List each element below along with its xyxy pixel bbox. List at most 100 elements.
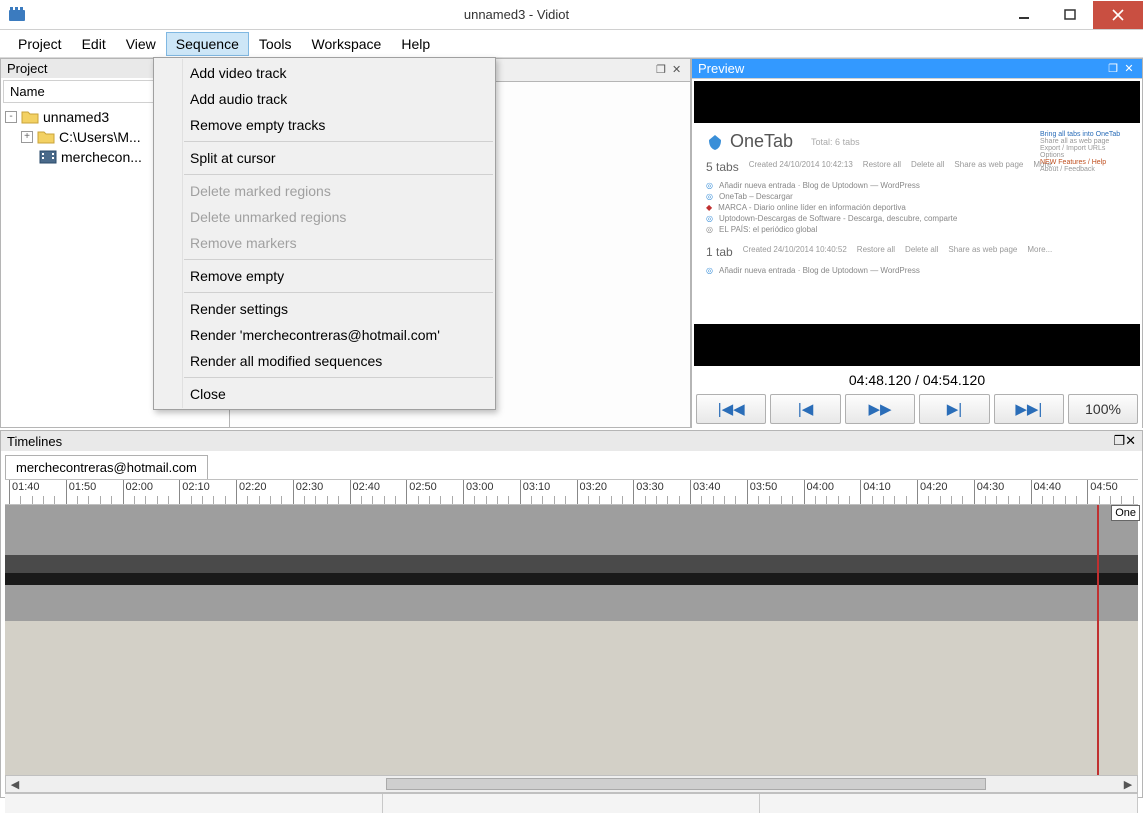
preview-panel-header: Preview ❐ ✕ — [692, 59, 1142, 78]
ruler-tick: 02:20 — [236, 480, 267, 504]
tree-label: unnamed3 — [43, 109, 109, 125]
ruler-tick: 02:40 — [350, 480, 381, 504]
menu-project[interactable]: Project — [8, 32, 72, 56]
restore-icon[interactable]: ❐ — [656, 63, 670, 77]
preview-panel: Preview ❐ ✕ Bring all tabs into OneTab S… — [691, 58, 1143, 428]
audio-track[interactable] — [5, 585, 1138, 621]
ruler-tick: 02:10 — [179, 480, 210, 504]
ruler-tick: 03:20 — [577, 480, 608, 504]
restore-icon[interactable]: ❐ — [1106, 62, 1120, 76]
menu-item[interactable]: Add audio track — [154, 86, 495, 112]
list-item: ◎Añadir nueva entrada · Blog de Uptodown… — [706, 180, 1128, 191]
onetab-icon — [706, 133, 724, 151]
preview-controls: |◀◀ |◀ ▶▶ ▶| ▶▶| 100% — [692, 392, 1142, 428]
timelines-panel: Timelines ❐ ✕ merchecontreras@hotmail.co… — [0, 430, 1143, 798]
menu-item[interactable]: Render 'merchecontreras@hotmail.com' — [154, 322, 495, 348]
list-item: ◎Añadir nueva entrada · Blog de Uptodown… — [706, 265, 1128, 276]
preview-right-links: Bring all tabs into OneTab Share all as … — [1040, 131, 1130, 173]
menu-item[interactable]: Render settings — [154, 296, 495, 322]
window-title: unnamed3 - Vidiot — [32, 7, 1001, 22]
ruler-tick: 04:20 — [917, 480, 948, 504]
ruler-tick: 03:40 — [690, 480, 721, 504]
menu-help[interactable]: Help — [391, 32, 440, 56]
preview-subtitle: Total: 6 tabs — [811, 137, 860, 147]
prev-frame-button[interactable]: |◀ — [770, 394, 840, 424]
statusbar — [5, 793, 1138, 813]
menu-tools[interactable]: Tools — [249, 32, 302, 56]
expander-icon[interactable]: + — [21, 131, 33, 143]
timeline-scrollbar[interactable]: ◀ ▶ — [5, 775, 1138, 793]
audio-track-dark[interactable] — [5, 573, 1138, 585]
ruler-tick: 03:10 — [520, 480, 551, 504]
preview-time: 04:48.120 / 04:54.120 — [692, 368, 1142, 392]
close-panel-icon[interactable]: ✕ — [1125, 433, 1136, 449]
list-item: ◎OneTab – Descargar — [706, 191, 1128, 202]
close-panel-icon[interactable]: ✕ — [1122, 62, 1136, 76]
status-cell — [5, 794, 383, 813]
ruler-tick: 04:30 — [974, 480, 1005, 504]
minimize-button[interactable] — [1001, 1, 1047, 29]
timeline-body[interactable]: One — [5, 505, 1138, 775]
list-item: ◎Uptodown-Descargas de Software - Descar… — [706, 213, 1128, 224]
folder-icon — [37, 129, 55, 145]
play-button[interactable]: ▶▶ — [845, 394, 915, 424]
menu-item[interactable]: Remove empty tracks — [154, 112, 495, 138]
timeline-ruler[interactable]: 01:40 01:50 02:00 02:10 02:20 02:30 02:40 02:50… — [5, 479, 1138, 505]
ruler-tick: 01:40 — [9, 480, 40, 504]
clip-label[interactable]: One — [1111, 505, 1140, 521]
list-item: ◎EL PAÍS: el periódico global — [706, 224, 1128, 235]
status-cell — [383, 794, 761, 813]
menu-item[interactable]: Close — [154, 381, 495, 407]
preview-video: Bring all tabs into OneTab Share all as … — [694, 81, 1140, 366]
app-icon — [8, 6, 26, 24]
status-cell — [760, 794, 1138, 813]
ruler-tick: 03:50 — [747, 480, 778, 504]
ruler-tick: 04:00 — [804, 480, 835, 504]
menu-workspace[interactable]: Workspace — [302, 32, 392, 56]
skip-end-button[interactable]: ▶▶| — [994, 394, 1064, 424]
ruler-tick: 04:10 — [860, 480, 891, 504]
list-item: ◆MARCA - Diario online líder en informac… — [706, 202, 1128, 213]
ruler-tick: 02:50 — [406, 480, 437, 504]
menu-item: Remove markers — [154, 230, 495, 256]
menu-item[interactable]: Remove empty — [154, 263, 495, 289]
ruler-tick: 02:00 — [123, 480, 154, 504]
video-track[interactable]: One — [5, 505, 1138, 555]
close-button[interactable] — [1093, 1, 1143, 29]
ruler-tick: 03:30 — [633, 480, 664, 504]
timeline-tab[interactable]: merchecontreras@hotmail.com — [5, 455, 208, 479]
tree-label: C:\Users\M... — [59, 129, 141, 145]
scroll-thumb[interactable] — [386, 778, 986, 790]
menu-item[interactable]: Add video track — [154, 60, 495, 86]
ruler-tick: 02:30 — [293, 480, 324, 504]
scroll-right-icon[interactable]: ▶ — [1119, 778, 1137, 791]
timelines-panel-title: Timelines — [7, 434, 1113, 449]
zoom-level[interactable]: 100% — [1068, 394, 1138, 424]
preview-content: Bring all tabs into OneTab Share all as … — [694, 123, 1140, 324]
menu-view[interactable]: View — [116, 32, 166, 56]
next-frame-button[interactable]: ▶| — [919, 394, 989, 424]
ruler-tick: 03:00 — [463, 480, 494, 504]
menu-item[interactable]: Split at cursor — [154, 145, 495, 171]
skip-start-button[interactable]: |◀◀ — [696, 394, 766, 424]
menu-item: Delete marked regions — [154, 178, 495, 204]
ruler-tick: 04:40 — [1031, 480, 1062, 504]
playhead[interactable] — [1097, 505, 1099, 775]
close-panel-icon[interactable]: ✕ — [672, 63, 686, 77]
sequence-menu-dropdown: Add video trackAdd audio trackRemove emp… — [153, 57, 496, 410]
track-gap — [5, 555, 1138, 573]
expander-icon[interactable]: - — [5, 111, 17, 123]
timelines-panel-header: Timelines ❐ ✕ — [1, 431, 1142, 451]
menu-edit[interactable]: Edit — [72, 32, 116, 56]
ruler-tick: 04:50 — [1087, 480, 1118, 504]
tree-label: merchecon... — [61, 149, 142, 165]
folder-icon — [21, 109, 39, 125]
restore-icon[interactable]: ❐ — [1113, 433, 1125, 449]
menu-item[interactable]: Render all modified sequences — [154, 348, 495, 374]
menu-sequence[interactable]: Sequence — [166, 32, 249, 56]
sequence-icon — [39, 149, 57, 165]
ruler-tick: 01:50 — [66, 480, 97, 504]
maximize-button[interactable] — [1047, 1, 1093, 29]
scroll-left-icon[interactable]: ◀ — [6, 778, 24, 791]
preview-panel-title: Preview — [698, 61, 1104, 76]
